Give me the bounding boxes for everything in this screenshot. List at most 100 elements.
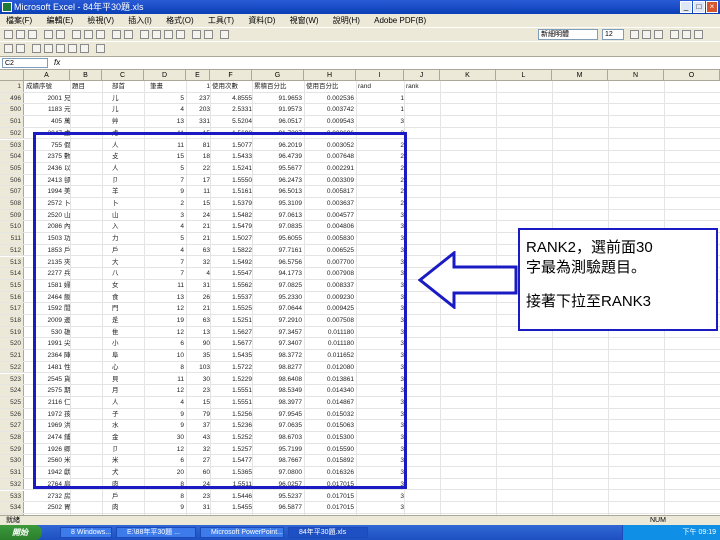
row-header[interactable]: 509 bbox=[0, 209, 24, 221]
row-header[interactable]: 530 bbox=[0, 455, 24, 467]
cell-a[interactable]: 2502 bbox=[26, 502, 62, 513]
pdf-email-icon[interactable] bbox=[16, 44, 25, 53]
row-header[interactable]: 512 bbox=[0, 244, 24, 256]
fill-color-icon[interactable] bbox=[682, 30, 691, 39]
menu-format[interactable]: 格式(O) bbox=[160, 14, 200, 27]
cell-g[interactable]: 91.9573 bbox=[254, 104, 303, 115]
review-icon[interactable] bbox=[32, 44, 41, 53]
row-header[interactable]: 529 bbox=[0, 443, 24, 455]
cell-c[interactable]: 儿 bbox=[112, 104, 136, 115]
save-icon[interactable] bbox=[28, 30, 37, 39]
cell-c[interactable]: 戶 bbox=[112, 491, 136, 502]
row-header[interactable]: 511 bbox=[0, 233, 24, 244]
fx-icon[interactable]: fx bbox=[54, 57, 60, 69]
row-header[interactable]: 524 bbox=[0, 385, 24, 396]
cell-i[interactable]: 1 bbox=[390, 104, 404, 115]
cell-a[interactable]: 1183 bbox=[26, 104, 62, 115]
comment-icon[interactable] bbox=[44, 44, 53, 53]
name-box[interactable]: C2 bbox=[2, 58, 48, 68]
column-header-j[interactable]: J bbox=[404, 70, 440, 81]
row-header[interactable]: 510 bbox=[0, 221, 24, 233]
chart-wizard-icon[interactable] bbox=[192, 30, 201, 39]
autosum-icon[interactable] bbox=[152, 30, 161, 39]
row-header[interactable]: 500 bbox=[0, 104, 24, 116]
cell-c[interactable]: 肉 bbox=[112, 502, 136, 513]
row-header[interactable]: 527 bbox=[0, 420, 24, 431]
print-icon[interactable] bbox=[44, 30, 53, 39]
accept-icon[interactable] bbox=[68, 44, 77, 53]
menu-file[interactable]: 檔案(F) bbox=[0, 14, 38, 27]
menu-data[interactable]: 資料(D) bbox=[242, 14, 281, 27]
row-header[interactable]: 517 bbox=[0, 303, 24, 314]
column-header-l[interactable]: L bbox=[496, 70, 552, 81]
header-cell[interactable]: 使用次數 bbox=[212, 81, 252, 92]
row-header[interactable]: 523 bbox=[0, 373, 24, 385]
header-cell[interactable]: rand bbox=[358, 81, 404, 92]
cell-f[interactable]: 2.5331 bbox=[214, 104, 252, 115]
column-header-o[interactable]: O bbox=[664, 70, 720, 81]
taskbar-item[interactable]: 8 Windows... bbox=[60, 527, 112, 538]
pdf-icon[interactable] bbox=[4, 44, 13, 53]
cell-h[interactable]: 0.017015 bbox=[306, 502, 354, 513]
new-icon[interactable] bbox=[4, 30, 13, 39]
reply-icon[interactable] bbox=[96, 44, 105, 53]
cell-a[interactable]: 2732 bbox=[26, 491, 62, 502]
close-button[interactable]: × bbox=[706, 1, 718, 13]
row-header[interactable]: 518 bbox=[0, 315, 24, 326]
italic-icon[interactable] bbox=[642, 30, 651, 39]
cell-i[interactable]: 3 bbox=[390, 491, 404, 502]
menu-view[interactable]: 檢視(V) bbox=[81, 14, 120, 27]
cell-c[interactable]: 艸 bbox=[112, 116, 136, 127]
row-header[interactable]: 516 bbox=[0, 291, 24, 303]
cell-g[interactable]: 91.9653 bbox=[254, 93, 303, 104]
cell-i[interactable]: 3 bbox=[390, 502, 404, 513]
column-header-b[interactable]: B bbox=[70, 70, 102, 81]
undo-icon[interactable] bbox=[112, 30, 121, 39]
cell-g[interactable]: 96.5877 bbox=[254, 502, 303, 513]
copy-icon[interactable] bbox=[84, 30, 93, 39]
taskbar-item[interactable]: Microsoft PowerPoint... bbox=[200, 527, 284, 538]
row-header[interactable]: 515 bbox=[0, 279, 24, 291]
cell-f[interactable]: 4.8555 bbox=[214, 93, 252, 104]
cell-b[interactable]: 兄 bbox=[64, 93, 84, 104]
header-cell[interactable]: 累積百分比 bbox=[254, 81, 304, 92]
menu-edit[interactable]: 編輯(E) bbox=[40, 14, 79, 27]
cell-e[interactable]: 203 bbox=[188, 104, 210, 115]
row-header[interactable]: 534 bbox=[0, 502, 24, 513]
cell-e[interactable]: 331 bbox=[188, 116, 210, 127]
cell-a[interactable]: 405 bbox=[26, 116, 62, 127]
zoom-icon[interactable] bbox=[220, 30, 229, 39]
column-header-n[interactable]: N bbox=[608, 70, 664, 81]
cell-f[interactable]: 5.5204 bbox=[214, 116, 252, 127]
row-header[interactable]: 522 bbox=[0, 361, 24, 373]
column-header-c[interactable]: C bbox=[102, 70, 144, 81]
column-header-k[interactable]: K bbox=[440, 70, 496, 81]
row-header[interactable]: 528 bbox=[0, 432, 24, 443]
maximize-button[interactable]: □ bbox=[693, 1, 705, 13]
underline-icon[interactable] bbox=[654, 30, 663, 39]
cell-g[interactable]: 96.0517 bbox=[254, 116, 303, 127]
header-cell[interactable]: 筆畫 bbox=[150, 81, 186, 92]
cut-icon[interactable] bbox=[72, 30, 81, 39]
row-header[interactable]: 525 bbox=[0, 396, 24, 408]
cell-d[interactable]: 4 bbox=[160, 104, 184, 115]
row-header[interactable]: 501 bbox=[0, 116, 24, 127]
column-header-g[interactable]: G bbox=[252, 70, 304, 81]
font-name-select[interactable]: 新細明體 bbox=[538, 29, 598, 40]
cell-h[interactable]: 0.009543 bbox=[306, 116, 354, 127]
bold-icon[interactable] bbox=[630, 30, 639, 39]
cell-e[interactable]: 237 bbox=[188, 93, 210, 104]
sort-desc-icon[interactable] bbox=[176, 30, 185, 39]
paste-icon[interactable] bbox=[96, 30, 105, 39]
row-header[interactable]: 496 bbox=[0, 92, 24, 104]
menu-help[interactable]: 說明(H) bbox=[327, 14, 366, 27]
column-header-d[interactable]: D bbox=[144, 70, 186, 81]
row-header[interactable]: 506 bbox=[0, 174, 24, 186]
row-header[interactable]: 533 bbox=[0, 490, 24, 502]
minimize-button[interactable]: _ bbox=[680, 1, 692, 13]
taskbar-item[interactable]: E:\88年平30題 ... bbox=[116, 527, 196, 538]
row-header[interactable]: 513 bbox=[0, 256, 24, 268]
row-header[interactable]: 505 bbox=[0, 162, 24, 174]
cell-i[interactable]: 1 bbox=[390, 93, 404, 104]
row-header[interactable]: 520 bbox=[0, 338, 24, 350]
